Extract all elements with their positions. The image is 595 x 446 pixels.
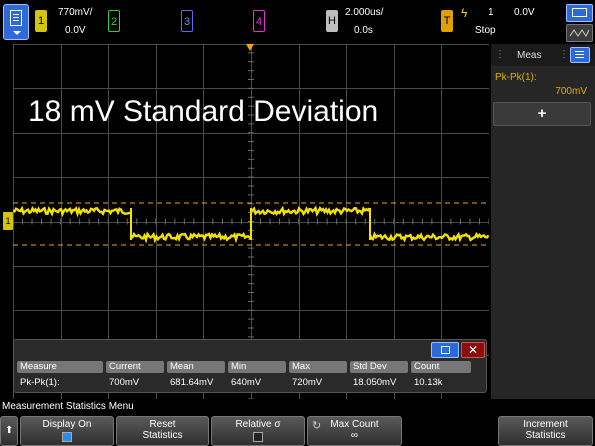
acquisition-status: Stop <box>475 25 496 36</box>
channel-1-scale: 770mV/ <box>58 7 93 18</box>
softkey-display-on-label: Display On <box>42 419 92 430</box>
channel-1-offset: 0.0V <box>65 25 86 36</box>
stats-header-cell: Min <box>228 361 286 373</box>
softkey-reset-label-2: Statistics <box>142 430 183 441</box>
softkey-reset-statistics[interactable]: Reset Statistics <box>116 416 209 446</box>
close-table-button[interactable]: ✕ <box>461 342 485 358</box>
screen-layout-button[interactable] <box>566 4 593 22</box>
stats-header-cell: Std Dev <box>350 361 408 373</box>
ground-marker-label: 1 <box>5 216 11 226</box>
waveform-display-button[interactable] <box>566 24 593 42</box>
softkey-bar: Measurement Statistics Menu ⬆ Display On… <box>0 400 595 446</box>
close-icon: ✕ <box>467 343 479 357</box>
stats-header-cell: Max <box>289 361 347 373</box>
measurement-side-panel: ⋮ Meas ⋮ Pk-Pk(1): 700mV + <box>491 44 595 399</box>
timebase-value: 2.000us/ <box>345 7 384 18</box>
waveform-icon <box>569 29 590 37</box>
add-measurement-button[interactable]: + <box>493 102 591 126</box>
up-arrow-icon: ⬆ <box>5 425 14 436</box>
menu-list-icon <box>10 10 22 26</box>
screen-icon <box>572 8 587 17</box>
stats-value-cell: 640mV <box>231 377 262 388</box>
stats-header-cell: Measure <box>17 361 103 373</box>
stats-header-cell: Current <box>106 361 164 373</box>
menu-title: Measurement Statistics Menu <box>2 401 134 412</box>
trigger-source: 1 <box>488 7 494 18</box>
channel-3-button[interactable]: 3 <box>181 10 193 32</box>
channel-3-number: 3 <box>183 16 191 28</box>
softkey-max-count-label: Max Count <box>330 419 379 430</box>
side-panel-title: Meas <box>517 50 542 61</box>
chevron-down-icon <box>13 31 21 35</box>
stats-header-cell: Count <box>411 361 471 373</box>
top-status-bar: 1 770mV/ 0.0V 2 3 4 H 2.000us/ 0.0s T ϟ … <box>0 0 595 44</box>
relative-sigma-checkbox[interactable] <box>253 432 263 442</box>
table-options-button[interactable] <box>431 342 459 358</box>
softkey-increment-label: Increment <box>523 419 568 430</box>
main-menu-button[interactable] <box>3 4 29 40</box>
list-icon <box>441 346 450 354</box>
softkey-display-on[interactable]: Display On <box>20 416 114 446</box>
softkey-max-count[interactable]: ↻ Max Count ∞ <box>307 416 402 446</box>
softkey-reset-label: Reset <box>149 419 176 430</box>
softkey-max-count-value: ∞ <box>350 430 359 441</box>
measurement-label: Pk-Pk(1): <box>495 72 537 83</box>
back-button[interactable]: ⬆ <box>0 416 18 446</box>
side-panel-header: ⋮ Meas ⋮ <box>491 44 595 66</box>
stats-header-cell: Mean <box>167 361 225 373</box>
horizontal-label: H <box>328 15 336 27</box>
stats-value-cell: 700mV <box>109 377 140 388</box>
channel-1-button[interactable]: 1 <box>35 10 47 32</box>
rotate-knob-icon: ↻ <box>312 420 322 432</box>
drag-handle-icon[interactable]: ⋮ <box>495 49 505 60</box>
softkey-relative-sigma[interactable]: Relative σ <box>211 416 305 446</box>
panel-handle-icon: ⋮ <box>559 49 569 60</box>
stats-value-cell: 10.13k <box>414 377 443 388</box>
horizontal-button[interactable]: H <box>326 10 338 32</box>
trigger-label: T <box>443 15 451 27</box>
display-on-checkbox[interactable] <box>62 432 72 442</box>
trigger-button[interactable]: T <box>441 10 453 32</box>
channel-4-number: 4 <box>255 16 263 28</box>
softkey-increment-label-2: Statistics <box>525 430 566 441</box>
softkey-relative-label: Relative σ <box>235 419 281 430</box>
measurement-value: 700mV <box>555 86 587 97</box>
stats-value-cell: 18.050mV <box>353 377 397 388</box>
channel-1-ground-marker[interactable]: 1 <box>3 212 13 230</box>
trigger-level: 0.0V <box>514 7 535 18</box>
channel-2-number: 2 <box>110 16 118 28</box>
lightning-icon: ϟ <box>461 6 468 20</box>
stats-value-cell: 720mV <box>292 377 323 388</box>
channel-4-button[interactable]: 4 <box>253 10 265 32</box>
stats-value-cell: Pk-Pk(1): <box>20 377 60 388</box>
annotation-text: 18 mV Standard Deviation <box>28 95 379 128</box>
softkey-increment-statistics[interactable]: Increment Statistics <box>498 416 593 446</box>
channel-1-number: 1 <box>37 15 45 27</box>
side-panel-menu-button[interactable] <box>570 47 590 63</box>
channel-2-button[interactable]: 2 <box>108 10 120 32</box>
stats-value-cell: 681.64mV <box>170 377 214 388</box>
measurement-statistics-table: ✕ Measure Current Mean Min Max Std Dev Count P… <box>13 339 487 393</box>
horizontal-delay: 0.0s <box>354 25 373 36</box>
plus-icon: + <box>537 105 547 122</box>
